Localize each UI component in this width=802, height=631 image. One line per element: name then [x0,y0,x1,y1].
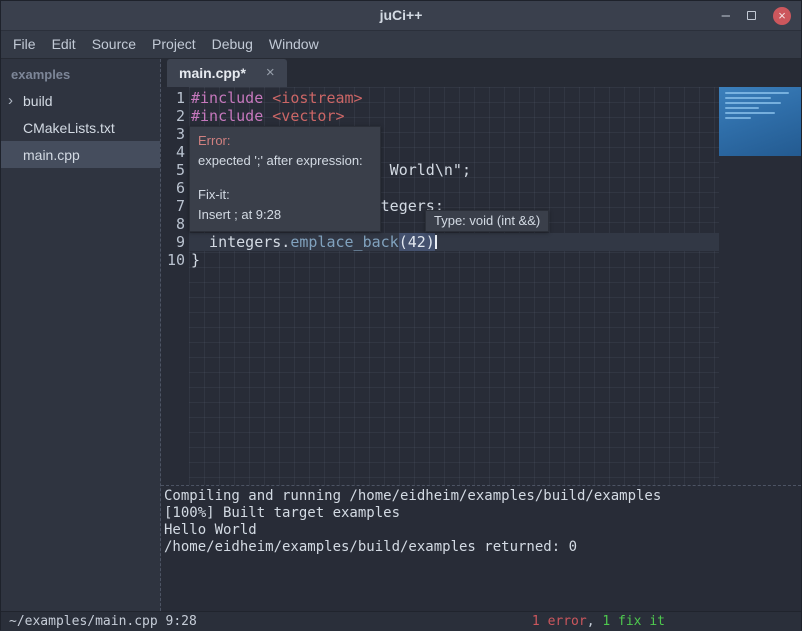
tab-label: main.cpp* [179,65,246,81]
code-segment: <iostream> [272,89,362,107]
chevron-right-icon: › [8,93,23,108]
line-number: 2 [161,107,189,125]
terminal-line: [100%] Built target examples [164,505,801,522]
status-file-position: ~/examples/main.cpp 9:28 [9,614,197,629]
fixit-message: Insert ; at 9:28 [198,205,372,225]
editor[interactable]: 1#include <iostream>2#include <vector>34… [161,87,801,485]
maximize-icon[interactable] [747,11,756,20]
menu-item-project[interactable]: Project [144,31,204,58]
code-segment: emplace_back [290,233,398,251]
sidebar-list: ›build CMakeLists.txt main.cpp [1,87,160,168]
error-title: Error: [198,131,372,151]
sidebar-item-label: build [23,93,53,109]
statusbar: ~/examples/main.cpp 9:28 1 error, 1 fix … [1,611,801,631]
code-text: } [189,251,719,269]
line-number: 3 [161,125,189,143]
minimize-icon[interactable]: – [722,11,730,21]
map-line [725,112,775,114]
close-icon[interactable]: × [773,7,791,25]
error-count: 1 error [532,614,587,629]
type-tooltip: Type: void (int &&) [425,210,549,232]
status-diagnostics: 1 error, 1 fix it [532,614,665,629]
fixit-title: Fix-it: [198,185,372,205]
code-segment: } [191,251,200,269]
code-text: #include <vector> [189,107,719,125]
code-line[interactable]: 9 integers.emplace_back(42) [161,233,719,251]
terminal-line: /home/eidheim/examples/build/examples re… [164,539,801,556]
map-line [725,107,759,109]
content: examples ›build CMakeLists.txt main.cpp ma… [1,59,801,611]
text-cursor [435,235,437,249]
line-number: 9 [161,233,189,251]
line-number: 4 [161,143,189,161]
source-overview-map[interactable] [719,87,801,156]
menu-item-file[interactable]: File [5,31,44,58]
code-text: #include <iostream> [189,89,719,107]
terminal-line: Hello World [164,522,801,539]
project-name: examples [1,59,160,87]
window-controls: – × [722,1,791,30]
tabbar: main.cpp* × [161,59,801,87]
sidebar-item-label: CMakeLists.txt [23,120,115,136]
code-segment: <vector> [272,107,344,125]
titlebar: juCi++ – × [1,1,801,31]
diagnostic-tooltip: Error: expected ';' after expression: Fi… [189,126,381,232]
file-tree-sidebar: examples ›build CMakeLists.txt main.cpp [1,59,161,611]
menu-item-source[interactable]: Source [84,31,144,58]
code-segment: ; [462,161,471,179]
map-line [725,102,781,104]
line-number: 7 [161,197,189,215]
code-segment: (42) [399,233,435,251]
fixit-count: 1 fix it [602,614,665,629]
app-window: juCi++ – × FileEditSourceProjectDebugWin… [0,0,802,630]
tab-close-icon[interactable]: × [266,66,275,80]
error-message: expected ';' after expression: [198,151,372,171]
terminal-line: Compiling and running /home/eidheim/exam… [164,488,801,505]
terminal-output[interactable]: Compiling and running /home/eidheim/exam… [161,485,801,611]
window-title: juCi++ [1,1,801,30]
status-separator: , [587,614,603,629]
menu-item-edit[interactable]: Edit [44,31,84,58]
line-number: 6 [161,179,189,197]
code-segment: #include [191,89,272,107]
map-line [725,117,751,119]
line-number: 5 [161,161,189,179]
sidebar-item-build[interactable]: ›build [1,87,160,114]
line-number: 10 [161,251,189,269]
code-line[interactable]: 1#include <iostream> [161,89,719,107]
menubar: FileEditSourceProjectDebugWindow [1,31,801,59]
sidebar-item-cmakelists-txt[interactable]: CMakeLists.txt [1,114,160,141]
code-text: integers.emplace_back(42) [189,233,719,251]
tooltip-spacer [198,171,372,185]
code-segment: integers. [191,233,290,251]
map-line [725,92,789,94]
line-number: 1 [161,89,189,107]
map-line [725,97,771,99]
sidebar-item-label: main.cpp [23,147,80,163]
code-segment: #include [191,107,272,125]
tab-main-cpp[interactable]: main.cpp* × [167,59,287,87]
editor-pane: main.cpp* × 1#include <iostream>2#includ… [161,59,801,611]
line-number: 8 [161,215,189,233]
menu-item-window[interactable]: Window [261,31,327,58]
sidebar-item-main-cpp[interactable]: main.cpp [1,141,160,168]
menu-item-debug[interactable]: Debug [204,31,261,58]
code-line[interactable]: 2#include <vector> [161,107,719,125]
code-line[interactable]: 10} [161,251,719,269]
